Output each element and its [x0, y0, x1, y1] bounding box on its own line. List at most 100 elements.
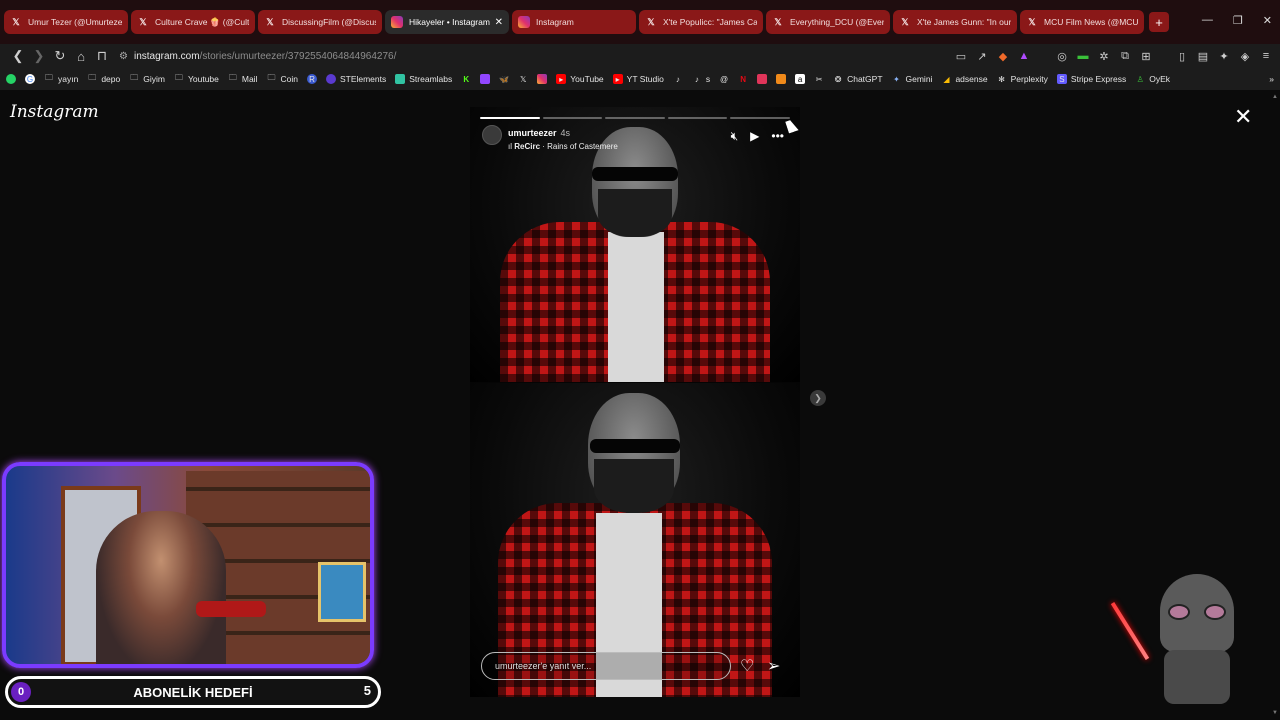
tab-mcu-film-news[interactable]: 𝕏 MCU Film News (@MCUFi — [1020, 10, 1144, 34]
threads-icon: @ — [720, 74, 729, 84]
bookmark-folder-youtube[interactable]: 🗀 Youtube — [174, 73, 219, 84]
bookmark-folder-giyim[interactable]: 🗀 Giyim — [129, 73, 165, 84]
reply-input[interactable]: umurteezer'e yanıt ver... — [481, 652, 731, 680]
bookmark-tiktok-s[interactable]: ♪ s — [692, 74, 710, 84]
scrollbar[interactable]: ▲ ▼ — [1270, 90, 1280, 720]
brave-shield-icon[interactable]: ◆ — [997, 50, 1009, 63]
send-icon[interactable]: ➢ — [767, 656, 780, 676]
story-music[interactable]: ıl ReCirc · Rains of Castemere — [508, 140, 618, 153]
bookmark-tiktok[interactable]: ♪ — [673, 74, 683, 84]
bookmark-r-badge[interactable]: R — [306, 74, 317, 84]
extension-gear-icon[interactable]: ✲ — [1098, 50, 1110, 63]
bookmarks-overflow-icon[interactable]: » — [1269, 74, 1274, 84]
bookmark-orange-app[interactable] — [776, 74, 787, 84]
extension-green-icon[interactable]: ▬ — [1077, 50, 1089, 62]
bookmark-google[interactable]: G — [25, 74, 35, 84]
x-logo-icon: 𝕏 — [12, 16, 20, 27]
close-window-icon[interactable]: ✕ — [1263, 14, 1272, 27]
bookmark-folder-depo[interactable]: 🗀 depo — [87, 73, 120, 84]
extension-icon[interactable]: ◎ — [1056, 50, 1068, 63]
share-icon[interactable]: ↗ — [976, 50, 988, 63]
goal-current: 0 — [11, 682, 31, 702]
sidebar-icon[interactable]: ▯ — [1176, 50, 1188, 63]
cast-icon[interactable]: ▭ — [955, 50, 967, 63]
bookmark-folder-coin[interactable]: 🗀 Coin — [266, 73, 297, 84]
back-icon[interactable]: ❮ — [8, 48, 28, 64]
play-icon[interactable]: ▶ — [750, 129, 759, 144]
bookmark-x[interactable]: 𝕏 — [518, 74, 528, 84]
extensions-puzzle-icon[interactable]: ⧉ — [1119, 50, 1131, 62]
next-story-arrow-icon[interactable]: ❯ — [810, 390, 826, 406]
story-username[interactable]: umurteezer — [508, 128, 557, 138]
new-tab-button[interactable]: + — [1149, 12, 1169, 32]
close-tab-icon[interactable]: ✕ — [495, 17, 503, 28]
bookmark-youtube[interactable]: ▸ YouTube — [556, 74, 604, 84]
menu-icon[interactable]: ≡ — [1260, 50, 1272, 62]
bookmark-threads[interactable]: @ — [719, 74, 729, 84]
progress-segment — [480, 117, 540, 119]
url-field[interactable]: ⚙ instagram.com/stories/umurteezer/37925… — [119, 51, 955, 62]
bookmark-folder-mail[interactable]: 🗀 Mail — [228, 73, 258, 84]
tab-discussingfilm[interactable]: 𝕏 DiscussingFilm (@Discuss — [258, 10, 382, 34]
kick-icon: K — [463, 74, 470, 84]
like-heart-icon[interactable]: ♡ — [740, 656, 754, 676]
mute-icon[interactable]: 🔇︎ — [731, 129, 739, 144]
restore-icon[interactable]: ❐ — [1233, 14, 1243, 27]
leo-ai-icon[interactable]: ✦ — [1218, 50, 1230, 63]
bookmark-icon[interactable]: ⊓ — [92, 48, 112, 64]
tab-culture-crave[interactable]: 𝕏 Culture Crave 🍿 (@Cultu — [131, 10, 255, 34]
wallet-icon[interactable]: ▤ — [1197, 50, 1209, 63]
goal-label: ABONELİK HEDEFİ — [133, 684, 253, 700]
home-icon[interactable]: ⌂ — [71, 49, 91, 64]
tab-search-icon[interactable]: ⊞ — [1140, 50, 1152, 63]
bookmark-folder-yayin[interactable]: 🗀 yayın — [44, 73, 78, 84]
sunglasses-top — [592, 167, 678, 181]
streamer — [96, 511, 226, 664]
story-card[interactable]: umurteezer 4s ıl ReCirc · Rains of Castem… — [470, 107, 800, 697]
bookmark-netflix[interactable]: N — [738, 74, 748, 84]
bookmark-adsense[interactable]: ◢ adsense — [941, 74, 987, 84]
bookmark-kick[interactable]: K — [461, 74, 471, 84]
tab-james-gunn[interactable]: 𝕏 X'te James Gunn: "In our v — [893, 10, 1017, 34]
reload-icon[interactable]: ↻ — [50, 48, 70, 64]
bookmark-perplexity[interactable]: ✻ Perplexity — [997, 74, 1048, 84]
goal-max: 5 — [363, 683, 371, 698]
scroll-up-icon[interactable]: ▲ — [1272, 94, 1278, 100]
bookmark-gemini[interactable]: ✦ Gemini — [892, 74, 932, 84]
bookmark-capcut[interactable]: ✂ — [814, 74, 824, 84]
tab-instagram[interactable]: Instagram — [512, 10, 636, 34]
close-story-icon[interactable]: ✕ — [1234, 104, 1252, 130]
progress-segment — [542, 117, 603, 119]
scroll-down-icon[interactable]: ▼ — [1272, 710, 1278, 716]
x-logo-icon: 𝕏 — [139, 16, 147, 27]
bookmark-instagram[interactable] — [537, 74, 548, 84]
bookmark-red-app[interactable] — [757, 74, 768, 84]
story-progress-bar — [480, 117, 790, 119]
tab-instagram-stories[interactable]: Hikayeler • Instagram ✕ — [385, 10, 509, 34]
bookmark-yt-studio[interactable]: ▸ YT Studio — [612, 74, 664, 84]
bookmark-stripe-express[interactable]: S Stripe Express — [1056, 74, 1126, 84]
instagram-logo[interactable]: Instagram — [10, 102, 99, 122]
bookmark-amazon[interactable]: a — [795, 74, 806, 84]
story-photo-bottom — [470, 383, 800, 697]
bookmark-bluesky[interactable]: 🦋 — [499, 74, 509, 84]
tab-umur-tezer[interactable]: 𝕏 Umur Tezer (@Umurtezer) — [4, 10, 128, 34]
bookmark-whatsapp[interactable] — [6, 74, 16, 84]
more-options-icon[interactable]: ••• — [771, 129, 784, 144]
beard-top — [598, 189, 672, 237]
avatar[interactable] — [482, 125, 502, 145]
bookmark-streamlabs[interactable]: Streamlabs — [395, 74, 452, 84]
bookmark-oyek[interactable]: ♙ OyEk — [1135, 74, 1170, 84]
bookmark-stelements[interactable]: STElements — [325, 74, 386, 84]
story-controls: 🔇︎ ▶ ••• — [731, 129, 784, 144]
bookmark-chatgpt[interactable]: ❂ ChatGPT — [833, 74, 883, 84]
vpn-icon[interactable]: ◈ — [1239, 50, 1251, 63]
tab-everything-dcu[interactable]: 𝕏 Everything_DCU (@Everyt — [766, 10, 890, 34]
tab-populicc[interactable]: 𝕏 X'te Populicc: "James Cam — [639, 10, 763, 34]
bookmark-twitch[interactable] — [480, 74, 491, 84]
brave-rewards-icon[interactable]: ▲ — [1018, 50, 1030, 62]
minimize-icon[interactable]: — — [1202, 14, 1213, 27]
darth-vader-figure — [1150, 574, 1242, 704]
site-settings-icon[interactable]: ⚙ — [119, 51, 128, 62]
forward-icon[interactable]: ❯ — [29, 48, 49, 64]
